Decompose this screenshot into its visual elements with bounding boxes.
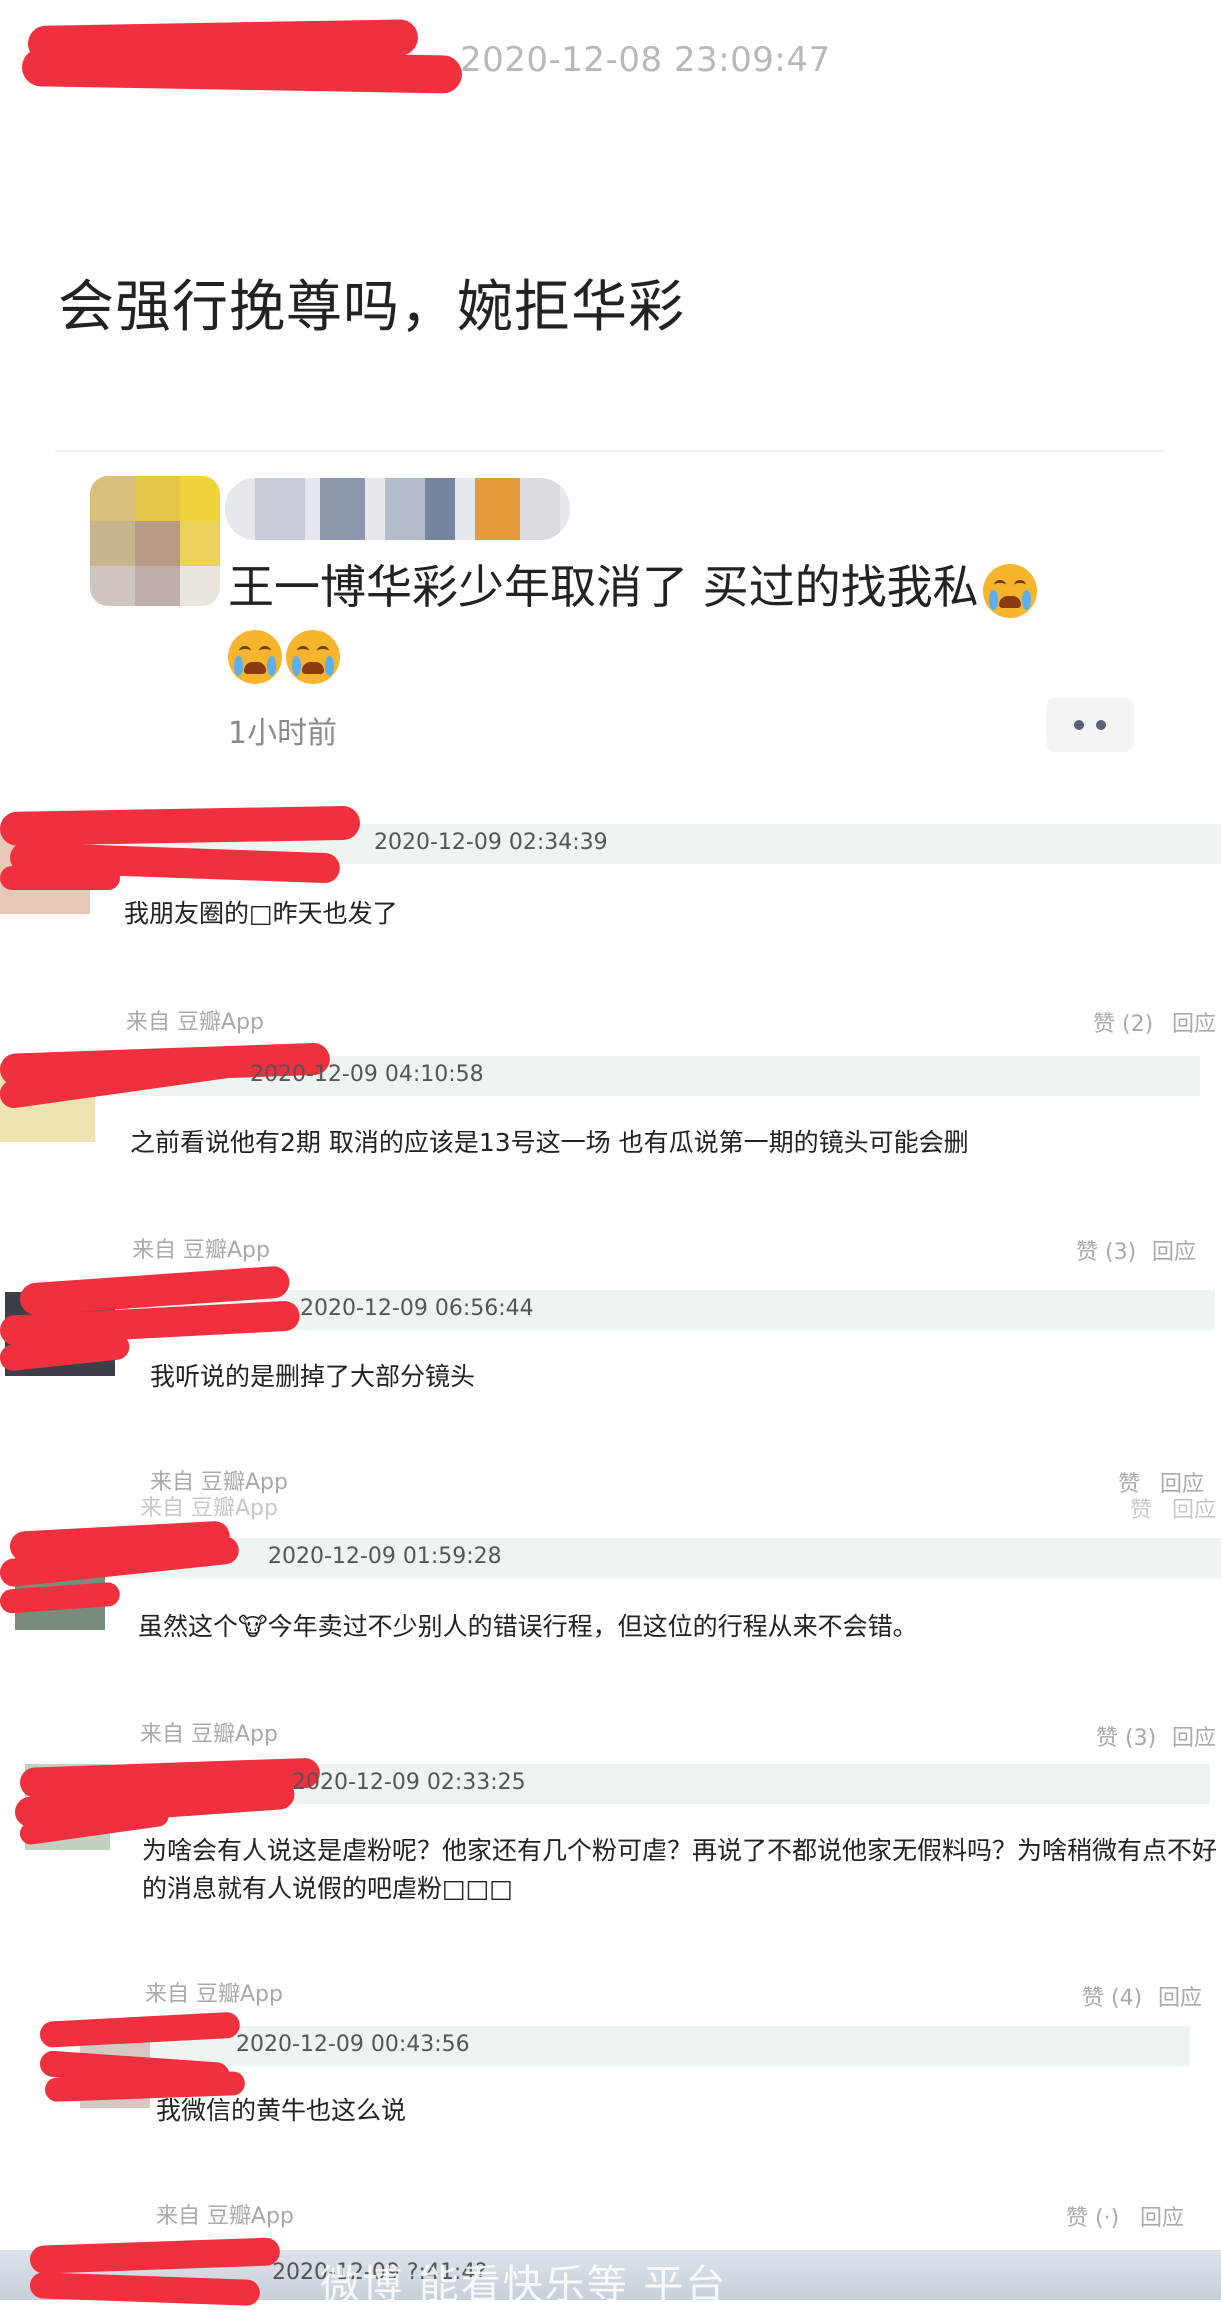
comment-time: 2020-12-09 00:43:56 (236, 2032, 470, 2057)
quoted-post-time: 1小时前 (228, 716, 338, 751)
comment-source: 来自 豆瓣App (132, 1238, 270, 1263)
like-button[interactable]: 赞 (4) (1082, 1980, 1142, 2012)
comment-source: 来自 豆瓣App (145, 1982, 283, 2007)
comment-source-ghost: 来自 豆瓣App (140, 1496, 278, 1521)
comment-time: 2020-12-09 04:10:58 (250, 1062, 484, 1087)
comment-header-bar (90, 1538, 1221, 1578)
comment-text: 为啥会有人说这是虐粉呢？他家还有几个粉可虐？再说了不都说他家无假料吗？为啥稍微有… (142, 1836, 1218, 1865)
like-button[interactable]: 赞 (3) (1096, 1720, 1156, 1752)
comment-source: 来自 豆瓣App (156, 2204, 294, 2229)
comment-text: 虽然这个🐮今年卖过不少别人的错误行程，但这位的行程从来不会错。 (138, 1612, 918, 1641)
comment-text: 我朋友圈的□昨天也发了 (124, 899, 398, 928)
loudly-crying-face-icon (286, 629, 340, 684)
comment-text: 之前看说他有2期 取消的应该是13号这一场 也有瓜说第一期的镜头可能会删 (130, 1128, 969, 1157)
reply-button[interactable]: 回应 (1152, 1234, 1196, 1266)
comment-time: 2020-12-09 01:59:28 (268, 1544, 502, 1569)
comment-time: 2020-12-09 06:56:44 (300, 1296, 534, 1321)
comment-text: 我微信的黄牛也这么说 (156, 2096, 407, 2125)
like-button[interactable]: 赞 (3) (1076, 1234, 1136, 1266)
like-button[interactable]: 赞 (2) (1093, 1006, 1153, 1038)
like-button-ghost: 赞 (1130, 1498, 1153, 1523)
reply-button[interactable]: 回应 (1172, 1720, 1216, 1752)
more-options-button[interactable] (1046, 698, 1134, 752)
quoted-post-text: 王一博华彩少年取消了 买过的找我私 (228, 554, 1108, 686)
comment-source: 来自 豆瓣App (140, 1722, 278, 1747)
reply-button-ghost: 回应 (1172, 1498, 1217, 1523)
like-button[interactable]: 赞 (·) (1066, 2200, 1119, 2232)
username-blurred (225, 478, 570, 540)
loudly-crying-face-icon (228, 629, 282, 684)
reply-button[interactable]: 回应 (1172, 1006, 1216, 1038)
comment-source: 来自 豆瓣App (126, 1010, 264, 1035)
divider (55, 450, 1165, 452)
loudly-crying-face-icon (982, 563, 1037, 618)
avatar (90, 476, 220, 606)
quoted-post-body: 王一博华彩少年取消了 买过的找我私 (228, 560, 979, 614)
comment-text: 的消息就有人说假的吧虐粉□□□ (142, 1874, 513, 1903)
post-title: 会强行挽尊吗，婉拒华彩 (58, 275, 685, 340)
comment-text: 我听说的是删掉了大部分镜头 (150, 1362, 476, 1391)
redaction-scribble (0, 866, 120, 890)
reply-button[interactable]: 回应 (1140, 2200, 1184, 2232)
redaction-scribble (0, 805, 361, 846)
watermark-text: 微博 能看快乐等 平台 (320, 2262, 728, 2308)
comment-time: 2020-12-09 02:33:25 (292, 1770, 526, 1795)
redaction-scribble (21, 48, 463, 94)
post-timestamp: 2020-12-08 23:09:47 (460, 40, 831, 80)
reply-button[interactable]: 回应 (1158, 1980, 1202, 2012)
comment-time: 2020-12-09 02:34:39 (374, 830, 608, 855)
